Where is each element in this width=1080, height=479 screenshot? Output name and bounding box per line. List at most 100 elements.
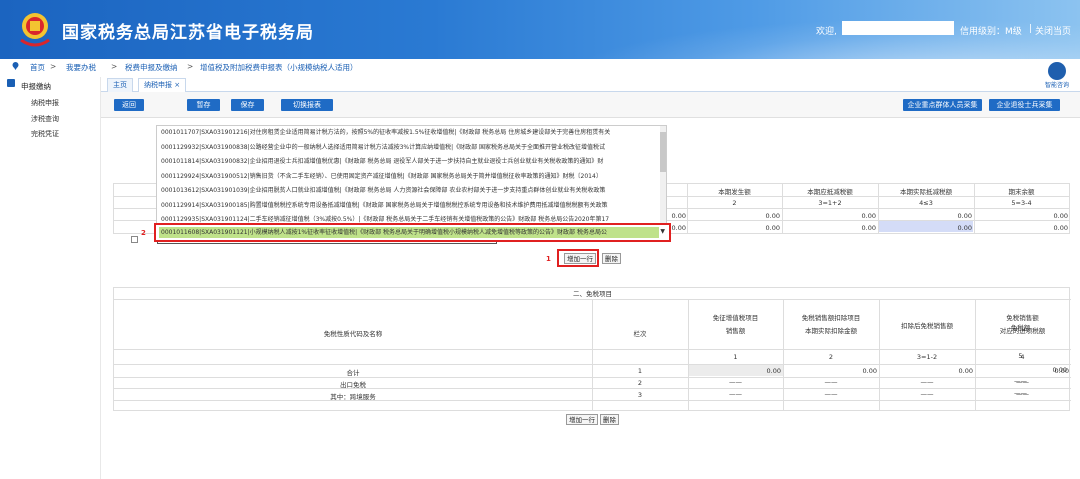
row-name: 出口免税 [340, 381, 366, 389]
save-draft-button[interactable]: 暂存 [187, 99, 220, 111]
cell-value: 0.00 [766, 367, 781, 375]
cell-value: 0.00 [861, 224, 876, 232]
breadcrumb-tax[interactable]: 我要办税 [66, 62, 96, 73]
cell-value: —— [729, 378, 742, 386]
scroll-thumb[interactable] [660, 132, 666, 172]
cell-value: 0.00 [862, 367, 877, 375]
dropdown-option[interactable]: 0001129932|SXA031900838|公路经营企业中的一般纳税人选择适… [161, 142, 659, 154]
cell-value: —— [729, 390, 742, 398]
row-name: 其中：跨境服务 [330, 393, 376, 401]
breadcrumb-sep: > [187, 62, 194, 71]
sidebar-item-declare[interactable]: 纳税申报 [31, 98, 59, 108]
close-page-link[interactable]: 关闭当页 [1035, 24, 1071, 37]
toolbar: 返回 暂存 保存 切换报表 企业重点群体人员采集 企业退役士兵采集 [101, 92, 1080, 118]
col-header: 本期实际抵减税额 [900, 188, 952, 196]
row-number: 1 [637, 367, 643, 375]
headset-icon [1048, 62, 1066, 80]
tax-relief-dropdown[interactable]: 0001011707|SXA031901216|对住房租赁企业适用简易计税方法的… [156, 125, 667, 233]
row-name: 合计 [346, 369, 360, 377]
breadcrumb-current: 增值税及附加税费申报表（小规模纳税人适用） [200, 63, 358, 72]
welcome-text: 欢迎, [816, 27, 837, 37]
col-number: 3=1-2 [916, 353, 938, 361]
veteran-collect-button[interactable]: 企业退役士兵采集 [989, 99, 1060, 111]
tab-home[interactable]: 主页 [107, 78, 133, 92]
smart-consult-button[interactable]: 智能咨询 [1043, 62, 1071, 92]
col-number: 4≤3 [919, 199, 933, 207]
dropdown-option[interactable]: 0001011814|SXA031900832|企业招用退役士兵扣减增值税优惠|… [161, 156, 659, 168]
col-header: 免税额 [1010, 324, 1031, 332]
breadcrumb: 首页 > 我要办税 > 税费申报及缴纳 > 增值税及附加税费申报表（小规模纳税人… [0, 59, 1080, 74]
col-number: 2 [732, 199, 737, 207]
col-number: 5 [1018, 352, 1023, 360]
exemption-table: 二、免税项目 免税性质代码及名称 栏次 免征增值税项目 销售额 免税销售额扣除项… [113, 287, 1071, 411]
cell-value: 0.00 [1053, 212, 1068, 220]
breadcrumb-home[interactable]: 首页 [30, 62, 45, 73]
col-header: 扣除后免税销售额 [901, 322, 953, 330]
site-title: 国家税务总局江苏省电子税务局 [62, 23, 314, 43]
menu-icon [7, 79, 15, 87]
breadcrumb-sep: > [111, 62, 118, 71]
dropdown-option[interactable]: 0001129914|SXA031900185|购置增值税税控系统专用设备抵减增… [161, 200, 659, 212]
cell-value: —— [1014, 389, 1027, 397]
col-header: 免税销售额扣除项目 本期实际扣除金额 [801, 314, 861, 335]
col-header: 本期发生额 [718, 188, 751, 196]
sidebar: 申报缴纳 纳税申报 涉税查询 完税凭证 [0, 77, 101, 479]
dropdown-option[interactable]: 0001011707|SXA031901216|对住房租赁企业适用简易计税方法的… [161, 127, 659, 139]
cell-value: —— [824, 378, 838, 386]
breadcrumb-sep: > [50, 62, 57, 71]
switch-report-button[interactable]: 切换报表 [281, 99, 333, 111]
table-title: 二、免税项目 [114, 288, 1071, 300]
cell-value: 0.00 [765, 224, 780, 232]
delete-row-button-2[interactable]: 删除 [600, 414, 619, 425]
cell-value: —— [1014, 377, 1027, 385]
step-marker-1: 1 [546, 255, 551, 263]
col-number: 1 [733, 353, 738, 361]
step-marker-2: 2 [141, 229, 146, 237]
location-pin-icon [12, 62, 19, 70]
row-checkbox[interactable] [131, 236, 138, 243]
sidebar-item-query[interactable]: 涉税查询 [31, 114, 59, 124]
cell-value: 0.00 [861, 212, 876, 220]
col-number: 2 [828, 353, 834, 361]
cell-value: —— [920, 378, 934, 386]
col-header: 免征增值税项目 销售额 [712, 314, 759, 335]
col-number: 3=1+2 [818, 199, 842, 207]
col-number: 5=3-4 [1011, 199, 1032, 207]
header-separator: | [1029, 24, 1033, 34]
selected-option[interactable]: 0001011608|SXA031901121|小规模纳税人减按1%征收率征收增… [159, 227, 659, 238]
add-row-button-2[interactable]: 增加一行 [566, 414, 598, 425]
save-button[interactable]: 保存 [231, 99, 264, 111]
cell-value: —— [824, 390, 838, 398]
key-group-collect-button[interactable]: 企业重点群体人员采集 [903, 99, 982, 111]
tax-emblem-icon [20, 13, 50, 47]
sidebar-title[interactable]: 申报缴纳 [21, 81, 51, 92]
username-field [842, 21, 954, 35]
header-banner: 国家税务总局江苏省电子税务局 欢迎, 信用级别：M级 | 关闭当页 [0, 0, 1080, 59]
dropdown-scrollbar[interactable] [660, 126, 666, 232]
sidebar-item-certificate[interactable]: 完税凭证 [31, 129, 59, 139]
col-header: 期末余额 [1008, 188, 1035, 196]
dropdown-option[interactable]: 0001013612|SXA031901039|企业招用脱贫人口就业扣减增值税|… [161, 185, 659, 197]
cell-value: 0.00 [957, 212, 972, 220]
credit-level: 信用级别：M级 [960, 27, 1022, 37]
add-row-button[interactable]: 增加一行 [564, 253, 596, 264]
cell-value: —— [920, 390, 934, 398]
chevron-down-icon[interactable]: ▼ [660, 228, 665, 235]
cell-value: 0.00 [1052, 366, 1067, 374]
row-number: 2 [637, 379, 643, 387]
cell-value: 0.00 [957, 224, 972, 232]
selected-option-highlight[interactable]: 0001011608|SXA031901121|小规模纳税人减按1%征收率征收增… [154, 223, 671, 242]
smart-consult-label: 智能咨询 [1044, 82, 1069, 89]
cell-value: 0.00 [958, 367, 973, 375]
tab-declare[interactable]: 纳税申报 × [138, 78, 187, 92]
col-header: 免税性质代码及名称 [323, 330, 383, 338]
col-header: 栏次 [633, 330, 647, 338]
tab-bar: 主页 纳税申报 × [101, 78, 1080, 92]
row-number: 3 [637, 391, 643, 399]
cell-value: 0.00 [765, 212, 780, 220]
dropdown-option[interactable]: 0001129924|SXA031900512|销售旧货（不含二手车经销）、已使… [161, 171, 659, 183]
back-button[interactable]: 返回 [114, 99, 144, 111]
delete-row-button[interactable]: 删除 [602, 253, 621, 264]
breadcrumb-declare[interactable]: 税费申报及缴纳 [125, 62, 178, 73]
col-header: 本期应抵减税额 [807, 188, 853, 196]
